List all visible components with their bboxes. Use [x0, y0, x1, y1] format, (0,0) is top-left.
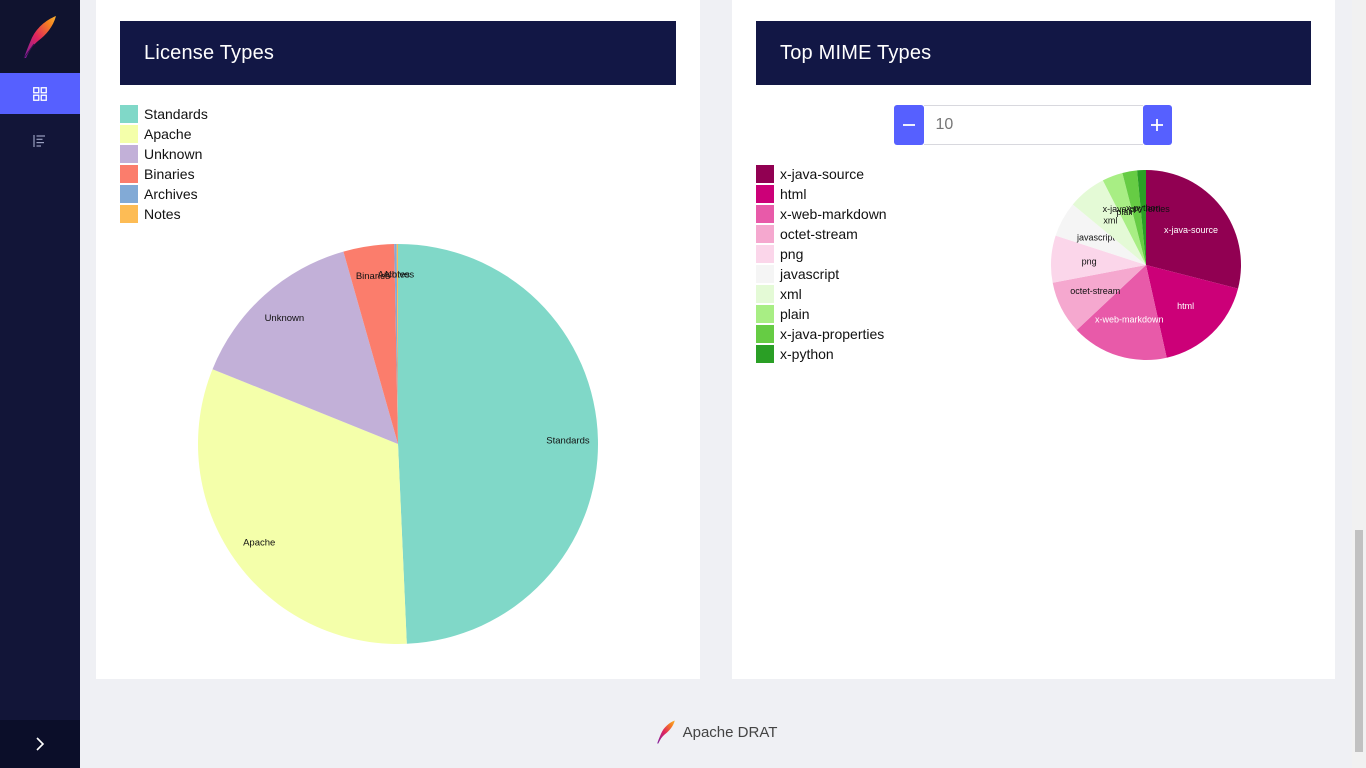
- sidebar-expand-button[interactable]: [0, 720, 80, 768]
- mime-types-card: Top MIME Types x-java-sourcehtmlx-web-ma…: [732, 0, 1335, 679]
- main-content: License Types Standards Apache Unknown Bina…: [80, 0, 1352, 768]
- pie-slice-label: octet-stream: [1070, 286, 1120, 296]
- apache-feather-icon: [23, 15, 56, 58]
- apache-feather-icon: [656, 720, 675, 744]
- page-scrollbar[interactable]: [1352, 0, 1366, 768]
- pie-slice-label: Notes: [385, 269, 410, 280]
- license-types-card: License Types Standards Apache Unknown Bina…: [96, 0, 700, 679]
- logo[interactable]: [0, 0, 80, 73]
- footer: Apache DRAT: [80, 712, 1352, 752]
- footer-label: Apache DRAT: [682, 723, 778, 741]
- pie-slice-label: Unknown: [265, 313, 305, 324]
- pie-slice-label: x-python: [1126, 203, 1161, 213]
- sidebar: [0, 0, 80, 768]
- pie-slice-label: html: [1177, 301, 1194, 311]
- license-pie-chart: StandardsApacheUnknownBinariesArchivesNo…: [198, 244, 598, 644]
- nav-dashboard[interactable]: [0, 73, 80, 114]
- pie-slice-label: png: [1082, 257, 1097, 267]
- chevron-right-icon: [36, 737, 45, 751]
- pie-slice-label: xml: [1103, 216, 1117, 226]
- pie-slice-label: x-web-markdown: [1095, 315, 1164, 325]
- grid-icon: [33, 86, 47, 101]
- pie-slice-label: Apache: [243, 538, 275, 549]
- mime-pie-chart: x-java-source html x-web-markdown octet-str…: [1051, 170, 1241, 360]
- scrollbar-thumb[interactable]: [1355, 530, 1363, 752]
- pie-slice-label: Standards: [546, 436, 590, 447]
- list-icon: [33, 134, 45, 147]
- pie-slice-label: x-java-source: [1164, 225, 1218, 235]
- nav-list[interactable]: [0, 120, 80, 161]
